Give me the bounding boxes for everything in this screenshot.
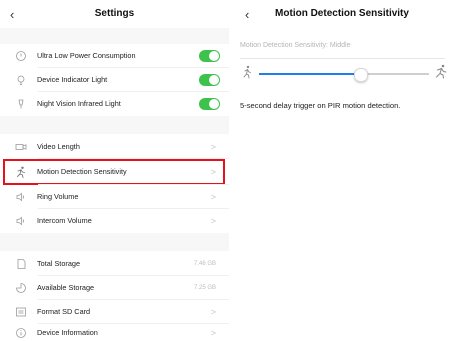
row-label: Device Information — [37, 328, 98, 337]
row-label: Intercom Volume — [37, 216, 92, 225]
settings-panel: ‹ Settings Ultra Low Power Consumption D… — [0, 0, 229, 341]
slider-track-active[interactable] — [259, 73, 361, 75]
divider — [240, 58, 445, 59]
row-label: Total Storage — [37, 259, 80, 268]
ultra-low-power-toggle[interactable] — [199, 49, 220, 62]
selection-highlight — [3, 159, 225, 185]
power-icon — [15, 50, 27, 62]
section-gap — [0, 116, 229, 134]
available-value: 7.25 GB — [193, 284, 216, 291]
row-device-information[interactable]: Device Information > — [0, 324, 229, 341]
row-night-vision[interactable]: Night Vision Infrared Light — [0, 92, 229, 115]
chevron-right-icon: > — [210, 306, 216, 317]
row-available-storage: Available Storage 7.25 GB — [0, 276, 229, 299]
chevron-right-icon: > — [210, 327, 216, 338]
page-title: Settings — [94, 8, 135, 19]
row-ultra-low-power[interactable]: Ultra Low Power Consumption — [0, 44, 229, 67]
pir-delay-note: 5-second delay trigger on PIR motion det… — [240, 101, 401, 110]
night-vision-icon — [15, 98, 27, 110]
row-device-indicator-light[interactable]: Device Indicator Light — [0, 68, 229, 91]
row-ring-volume[interactable]: Ring Volume > — [0, 185, 229, 208]
section-gap — [0, 233, 229, 251]
row-total-storage: Total Storage 7.46 GB — [0, 252, 229, 275]
row-label: Available Storage — [37, 283, 95, 292]
section-gap — [0, 28, 229, 44]
row-video-length[interactable]: Video Length > — [0, 135, 229, 158]
device-indicator-toggle[interactable] — [199, 73, 220, 86]
row-label: Ultra Low Power Consumption — [37, 51, 136, 60]
chevron-right-icon: > — [210, 191, 216, 202]
row-intercom-volume[interactable]: Intercom Volume > — [0, 209, 229, 232]
sensitivity-slider-thumb[interactable] — [354, 68, 368, 82]
info-icon — [15, 327, 27, 339]
running-person-icon — [434, 64, 448, 84]
pie-icon — [15, 282, 27, 294]
format-icon — [15, 306, 27, 318]
row-label: Video Length — [37, 142, 80, 151]
page-title: Motion Detection Sensitivity — [275, 8, 409, 19]
walking-person-icon — [241, 65, 253, 84]
row-label: Night Vision Infrared Light — [37, 99, 121, 108]
sd-card-icon — [15, 258, 27, 270]
chevron-right-icon: > — [210, 141, 216, 152]
sensitivity-level-label: Motion Detection Sensitivity: Middle — [240, 42, 351, 49]
storage-value: 7.46 GB — [193, 260, 216, 267]
bulb-icon — [15, 74, 27, 86]
row-format-sd-card[interactable]: Format SD Card > — [0, 300, 229, 323]
row-label: Ring Volume — [37, 192, 79, 201]
slider-track-inactive[interactable] — [361, 73, 429, 75]
motion-sensitivity-panel: ‹ Motion Detection Sensitivity Motion De… — [229, 0, 455, 341]
row-label: Format SD Card — [37, 307, 91, 316]
row-label: Device Indicator Light — [37, 75, 108, 84]
speaker-icon — [15, 191, 27, 203]
speaker-icon — [15, 215, 27, 227]
night-vision-toggle[interactable] — [199, 97, 220, 110]
video-icon — [15, 141, 27, 153]
chevron-right-icon: > — [210, 215, 216, 226]
